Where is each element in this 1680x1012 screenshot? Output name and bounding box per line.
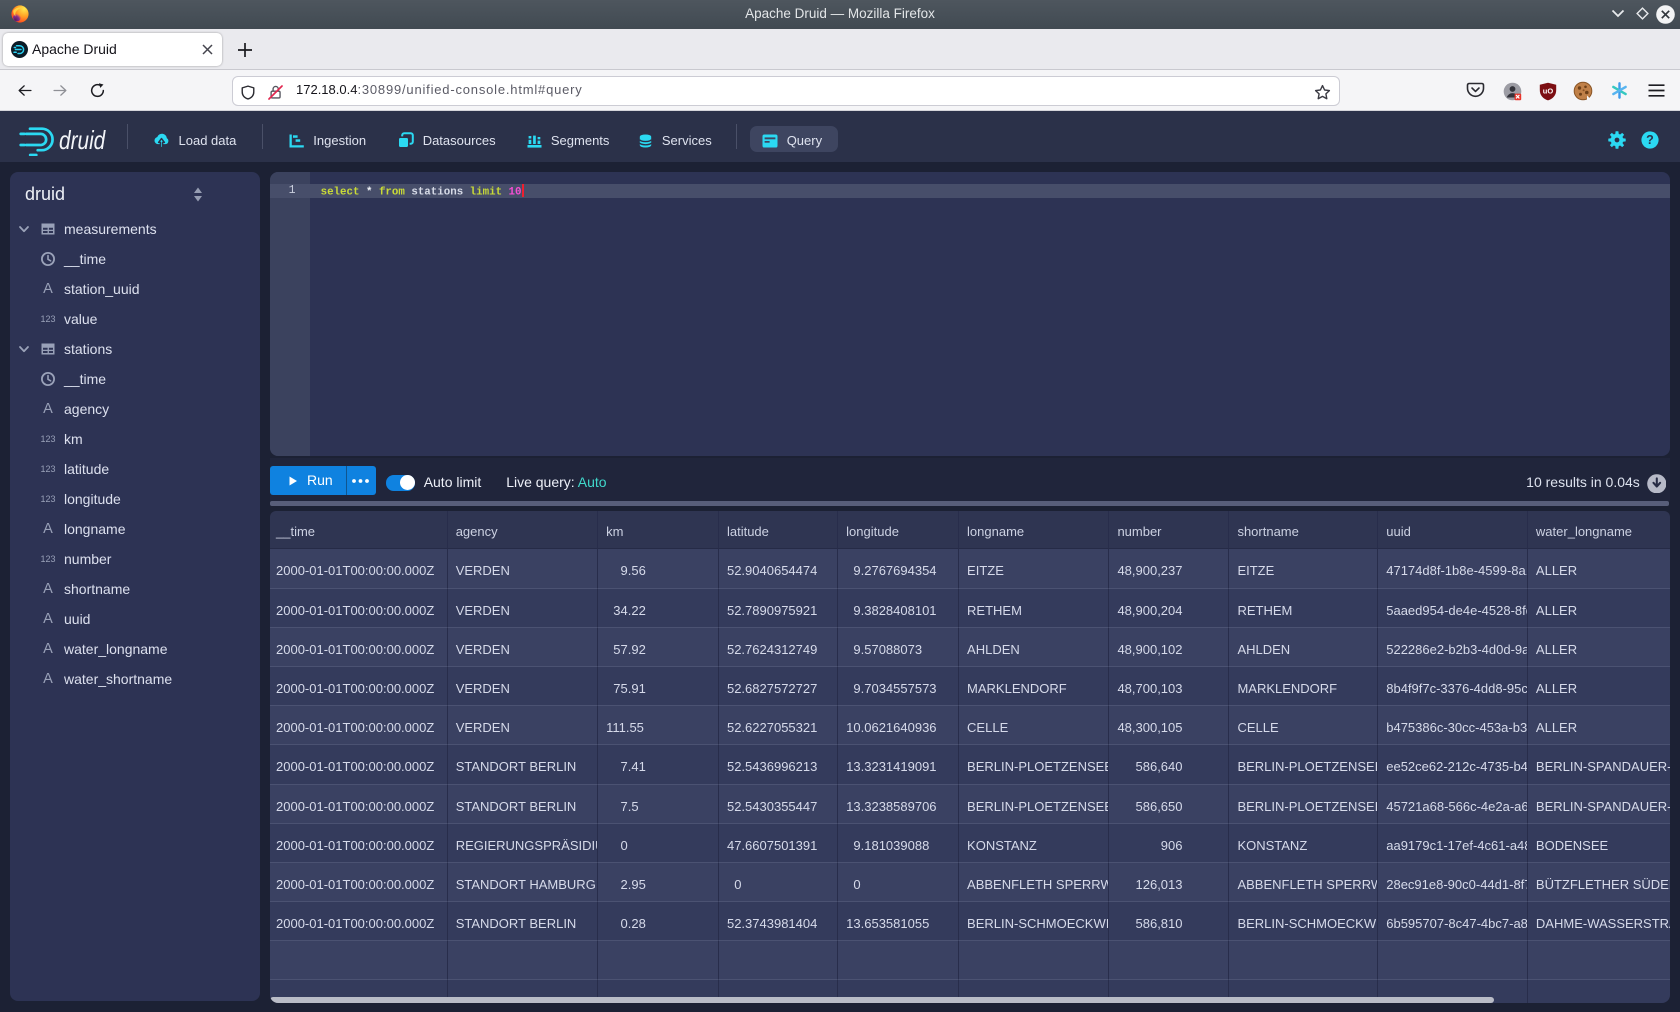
svg-text:uO: uO [1543,87,1554,96]
svg-text:?: ? [1646,133,1654,147]
